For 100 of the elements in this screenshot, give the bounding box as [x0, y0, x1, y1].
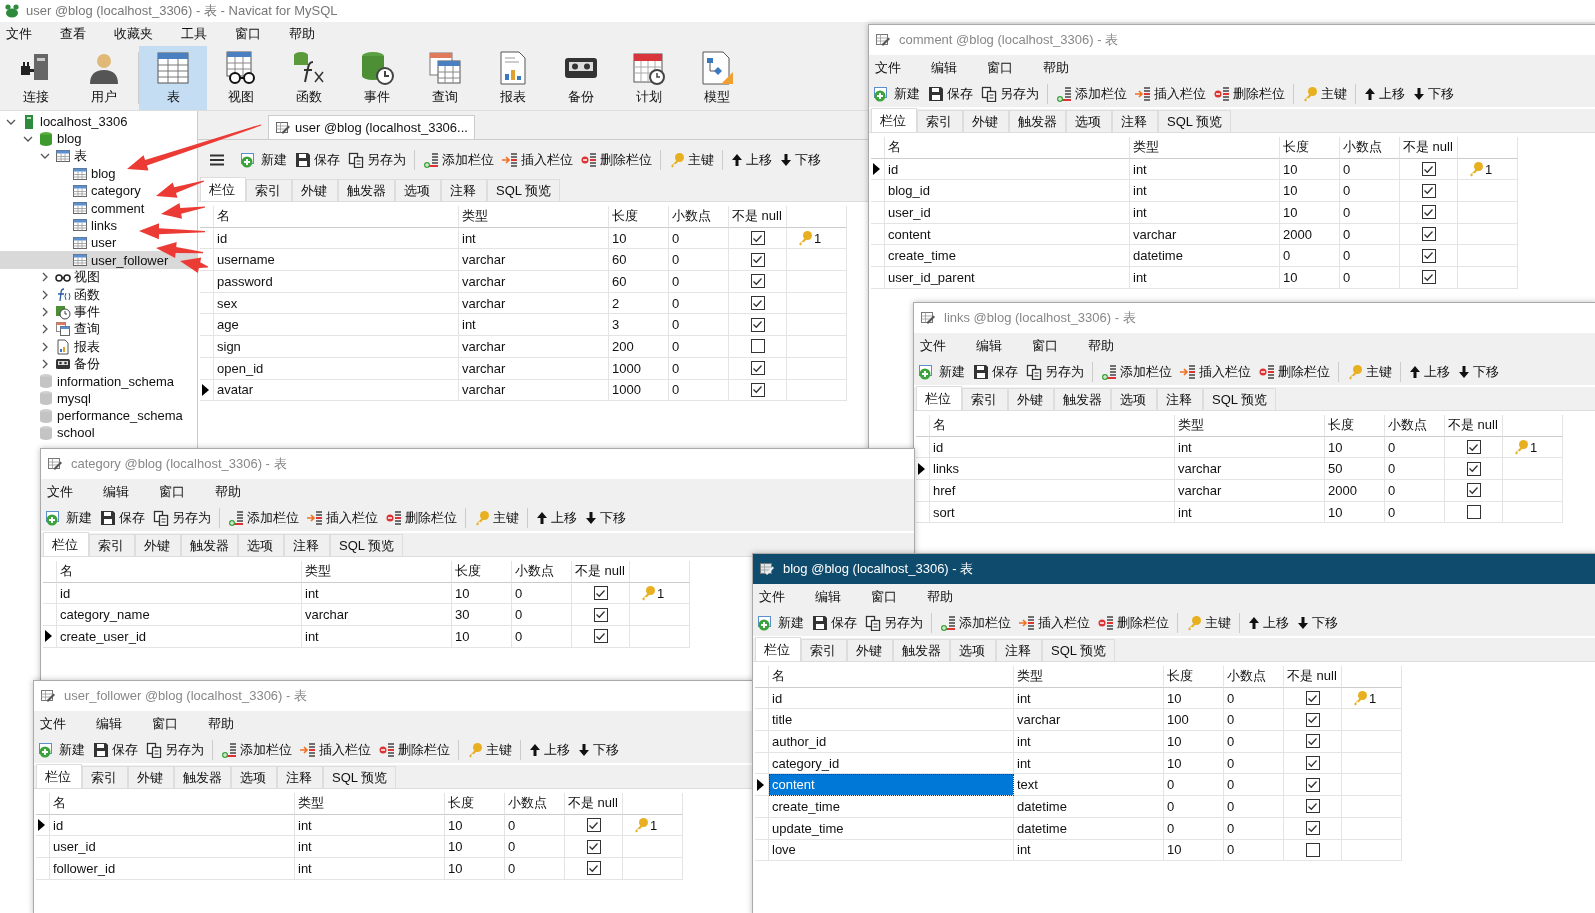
tab[interactable]: 触发器 — [174, 766, 231, 788]
ribbon-button[interactable]: 报表 — [479, 46, 547, 110]
menu-item[interactable]: 查看 — [60, 23, 86, 45]
tab[interactable]: 注释 — [1157, 388, 1203, 410]
chevron-right-icon[interactable] — [40, 341, 50, 352]
checkbox[interactable] — [593, 586, 608, 601]
menu-item[interactable]: 帮助 — [927, 586, 953, 608]
menu-item[interactable]: 文件 — [920, 335, 946, 357]
menu-item[interactable]: 窗口 — [152, 713, 178, 735]
toolbar-button[interactable]: 保存 — [93, 741, 138, 759]
tab[interactable]: 栏位 — [755, 637, 801, 661]
tab[interactable]: 外键 — [963, 110, 1009, 132]
checkbox[interactable] — [1466, 483, 1481, 498]
toolbar-button[interactable]: 保存 — [812, 614, 857, 632]
tab[interactable]: 栏位 — [36, 764, 82, 788]
chevron-right-icon[interactable] — [40, 272, 50, 283]
toolbar-button[interactable]: 插入栏位 — [300, 741, 371, 759]
menu-item[interactable]: 窗口 — [235, 23, 261, 45]
checkbox[interactable] — [586, 818, 601, 833]
tab[interactable]: SQL 预览 — [1158, 110, 1232, 132]
checkbox[interactable] — [750, 361, 765, 376]
toolbar-button[interactable]: 主键 — [1186, 614, 1231, 632]
tab[interactable]: 选项 — [238, 534, 284, 556]
ribbon-button[interactable]: 模型 — [683, 46, 751, 110]
checkbox[interactable] — [593, 607, 608, 622]
menu-item[interactable]: 编辑 — [96, 713, 122, 735]
menu-item[interactable]: 窗口 — [987, 57, 1013, 79]
tree-item[interactable]: 报表 — [0, 337, 197, 356]
ribbon-button[interactable]: 用户 — [70, 46, 138, 110]
checkbox[interactable] — [1466, 440, 1481, 455]
tab[interactable]: 索引 — [917, 110, 963, 132]
tree-item[interactable]: blog — [0, 164, 197, 183]
checkbox[interactable] — [750, 274, 765, 289]
tree-item[interactable]: localhost_3306 — [0, 113, 197, 131]
toolbar-button[interactable]: 另存为 — [1026, 363, 1084, 381]
toolbar-button[interactable]: 主键 — [467, 741, 512, 759]
toolbar-button[interactable]: 添加栏位 — [940, 614, 1011, 632]
tab[interactable]: SQL 预览 — [330, 534, 404, 556]
toolbar-button[interactable]: 插入栏位 — [502, 151, 573, 169]
tab[interactable]: 索引 — [89, 534, 135, 556]
toolbar-button[interactable]: 主键 — [669, 151, 714, 169]
tree-item[interactable]: 查询 — [0, 320, 197, 338]
checkbox[interactable] — [750, 252, 765, 267]
toolbar-button[interactable]: 另存为 — [153, 509, 211, 527]
toolbar-button[interactable]: 另存为 — [865, 614, 923, 632]
tree-item[interactable]: 备份 — [0, 355, 197, 373]
menu-item[interactable]: 文件 — [759, 586, 785, 608]
tab[interactable]: 选项 — [1066, 110, 1112, 132]
checkbox[interactable] — [1305, 821, 1320, 836]
toolbar-button[interactable]: 删除栏位 — [1098, 614, 1169, 632]
tab[interactable]: 索引 — [246, 179, 292, 201]
tree-item[interactable]: performance_schema — [0, 407, 197, 425]
toolbar-button[interactable]: 删除栏位 — [581, 151, 652, 169]
toolbar-button[interactable]: 插入栏位 — [1019, 614, 1090, 632]
toolbar-button[interactable]: 新建 — [873, 85, 920, 103]
ribbon-button[interactable]: 函数 — [275, 46, 343, 110]
toolbar-button[interactable]: 新建 — [757, 614, 804, 632]
tree-item[interactable]: 视图 — [0, 268, 197, 286]
toolbar-button[interactable]: 新建 — [918, 363, 965, 381]
ribbon-button[interactable]: 连接 — [2, 46, 70, 110]
toolbar-button[interactable]: 删除栏位 — [379, 741, 450, 759]
menu-item[interactable]: 文件 — [875, 57, 901, 79]
tree-item[interactable]: category — [0, 182, 197, 200]
toolbar-button[interactable]: 下移 — [585, 509, 626, 527]
toolbar-button[interactable]: 保存 — [100, 509, 145, 527]
checkbox[interactable] — [586, 839, 601, 854]
tree-item[interactable]: school — [0, 424, 197, 442]
toolbar-button[interactable]: 添加栏位 — [228, 509, 299, 527]
chevron-right-icon[interactable] — [40, 324, 50, 335]
tab[interactable]: 外键 — [292, 179, 338, 201]
tab[interactable]: 触发器 — [338, 179, 395, 201]
toolbar-button[interactable]: 保存 — [295, 151, 340, 169]
tab[interactable]: 选项 — [231, 766, 277, 788]
toolbar-button[interactable]: 下移 — [1413, 85, 1454, 103]
toolbar-button[interactable]: 上移 — [1248, 614, 1289, 632]
menu-item[interactable]: 窗口 — [1032, 335, 1058, 357]
tab[interactable]: 触发器 — [181, 534, 238, 556]
menu-item[interactable]: 帮助 — [1043, 57, 1069, 79]
menu-item[interactable]: 编辑 — [976, 335, 1002, 357]
checkbox[interactable] — [750, 339, 765, 354]
toolbar-button[interactable]: 下移 — [780, 151, 821, 169]
ribbon-button[interactable]: 视图 — [207, 46, 275, 110]
menu-item[interactable]: 窗口 — [159, 481, 185, 503]
tab[interactable]: SQL 预览 — [323, 766, 397, 788]
ribbon-button[interactable]: 事件 — [343, 46, 411, 110]
checkbox[interactable] — [1305, 691, 1320, 706]
checkbox[interactable] — [586, 861, 601, 876]
toolbar-button[interactable]: 插入栏位 — [307, 509, 378, 527]
tab[interactable]: 栏位 — [43, 532, 89, 556]
toolbar-button[interactable]: 主键 — [474, 509, 519, 527]
toolbar-button[interactable]: 下移 — [1458, 363, 1499, 381]
tab[interactable]: 索引 — [801, 639, 847, 661]
menu-item[interactable]: 窗口 — [871, 586, 897, 608]
ribbon-button[interactable]: 查询 — [411, 46, 479, 110]
tab[interactable]: 栏位 — [871, 108, 917, 132]
tree-item[interactable]: 事件 — [0, 303, 197, 321]
checkbox[interactable] — [1305, 777, 1320, 792]
tree-item[interactable]: links — [0, 216, 197, 235]
checkbox[interactable] — [1305, 799, 1320, 814]
toolbar-button[interactable]: 新建 — [38, 741, 85, 759]
